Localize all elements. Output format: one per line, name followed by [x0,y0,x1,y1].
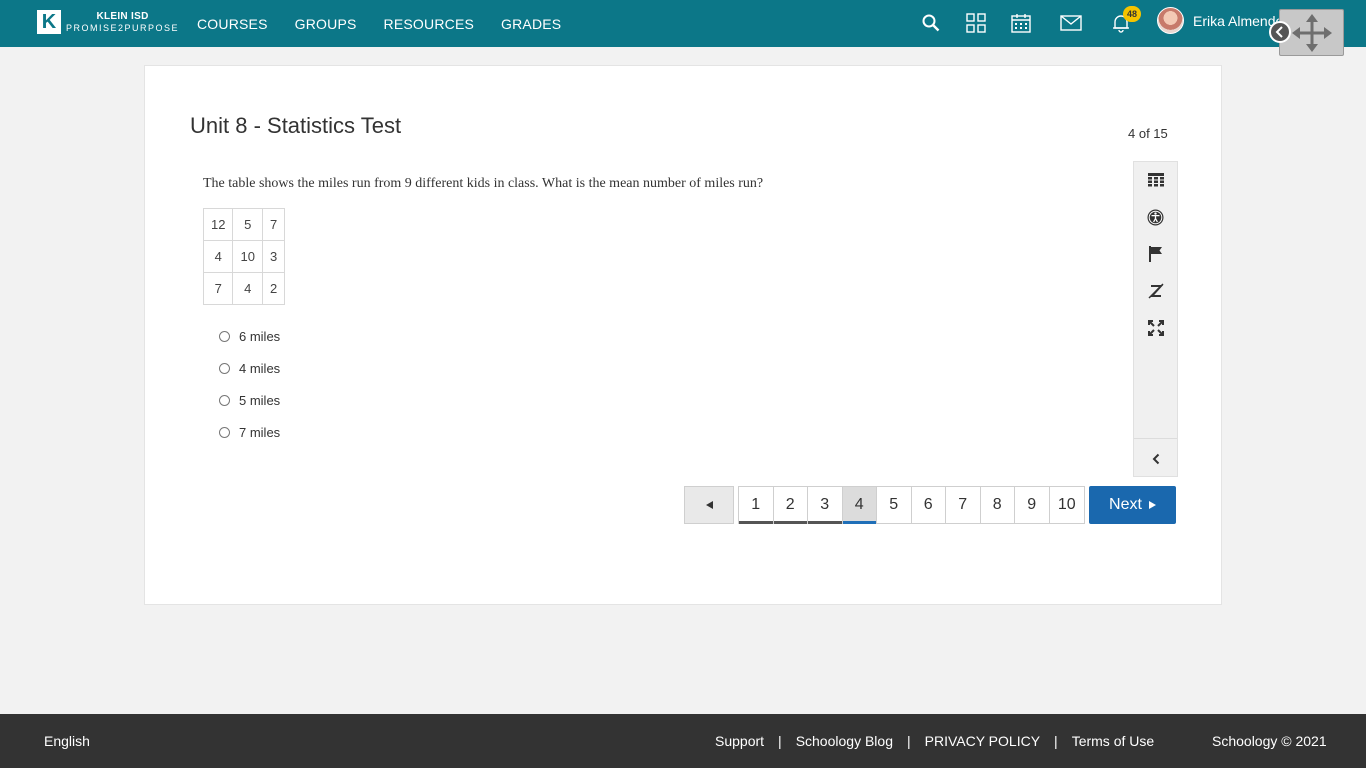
miles-data-table: 12 5 7 4 10 3 7 4 2 [202,208,286,305]
footer-link-blog[interactable]: Schoology Blog [796,733,893,749]
table-row: 12 5 7 [202,208,286,241]
back-arrow-icon[interactable] [1269,21,1291,43]
table-row: 7 4 2 [202,272,286,305]
radio-button[interactable] [219,394,230,406]
copyright: Schoology © 2021 [1212,733,1327,749]
table-cell: 4 [202,240,234,273]
footer-separator: | [906,733,911,749]
answer-label: 7 miles [239,425,281,440]
logo-line-2: PROMISE2PURPOSE [66,22,180,33]
test-card: Unit 8 - Statistics Test 4 of 15 The tab… [144,65,1222,605]
previous-button[interactable] [684,486,734,524]
answer-choice-3[interactable]: 5 miles [219,384,280,416]
nav-grades[interactable]: GRADES [501,16,561,32]
fullscreen-icon[interactable] [1134,310,1177,346]
previous-arrow-icon [706,501,713,509]
eraser-icon[interactable] [1134,273,1177,309]
page-3[interactable]: 3 [808,487,843,524]
calendar-icon[interactable] [1008,10,1034,36]
table-cell: 4 [232,272,263,305]
answer-choices: 6 miles 4 miles 5 miles 7 miles [219,320,280,449]
collapse-icon[interactable] [1134,441,1177,477]
calculator-icon[interactable] [1134,162,1177,198]
page-5[interactable]: 5 [877,487,912,523]
user-avatar[interactable] [1157,7,1184,34]
next-button[interactable]: Next [1089,486,1176,524]
question-counter: 4 of 15 [1128,126,1168,141]
footer-link-privacy[interactable]: PRIVACY POLICY [925,733,1040,749]
search-icon[interactable] [918,10,944,36]
page-8[interactable]: 8 [981,487,1015,523]
move-arrows-icon [1291,13,1332,52]
question-text: The table shows the miles run from 9 dif… [203,176,764,191]
tools-rail [1133,161,1178,477]
page-2[interactable]: 2 [773,487,808,524]
table-cell: 12 [202,208,234,241]
answer-choice-1[interactable]: 6 miles [219,320,280,352]
page-1[interactable]: 1 [739,487,774,524]
logo-line-1: KLEIN ISD [96,10,149,22]
footer-links: Support | Schoology Blog | PRIVACY POLIC… [715,733,1154,749]
table-cell: 5 [232,208,263,241]
language-selector[interactable]: English [44,733,90,749]
answer-label: 5 miles [239,392,281,408]
main-nav: COURSES GROUPS RESOURCES GRADES [197,0,588,47]
table-cell: 7 [261,208,286,241]
apps-grid-icon[interactable] [963,10,989,36]
page-title: Unit 8 - Statistics Test [190,113,402,138]
radio-button[interactable] [219,362,230,374]
footer-link-support[interactable]: Support [715,733,764,749]
page-4[interactable]: 4 [842,487,877,524]
accessibility-icon[interactable] [1134,199,1177,235]
table-cell: 2 [261,272,286,305]
answer-label: 6 miles [239,328,281,344]
logo-text: KLEIN ISD PROMISE2PURPOSE [66,10,180,33]
answer-choice-2[interactable]: 4 miles [219,352,280,384]
page-10[interactable]: 10 [1050,487,1085,523]
notification-count-badge: 48 [1123,6,1141,22]
next-label: Next [1109,496,1142,513]
page-list: 1 2 3 4 5 6 7 8 9 10 [738,486,1085,524]
klein-isd-logo[interactable]: K KLEIN ISD PROMISE2PURPOSE [37,9,179,35]
footer-link-terms[interactable]: Terms of Use [1072,733,1154,749]
page-9[interactable]: 9 [1015,487,1050,523]
table-cell: 7 [202,272,234,305]
radio-button[interactable] [219,330,230,342]
answer-label: 4 miles [239,360,281,376]
flag-icon[interactable] [1134,236,1177,272]
page-7[interactable]: 7 [946,487,981,523]
page-6[interactable]: 6 [912,487,946,523]
question-pagination: 1 2 3 4 5 6 7 8 9 10 Next [684,486,1176,524]
answer-choice-4[interactable]: 7 miles [219,416,280,449]
nav-courses[interactable]: COURSES [197,16,268,32]
tools-divider [1134,438,1177,439]
top-navigation-bar: K KLEIN ISD PROMISE2PURPOSE COURSES GROU… [0,0,1366,47]
radio-button[interactable] [219,427,230,438]
table-cell: 3 [261,240,286,273]
nav-resources[interactable]: RESOURCES [384,16,474,32]
mail-icon[interactable] [1058,10,1084,36]
table-row: 4 10 3 [202,240,286,273]
footer-separator: | [778,733,782,749]
nav-groups[interactable]: GROUPS [295,16,357,32]
table-cell: 10 [232,240,263,273]
logo-mark: K [37,10,61,34]
next-arrow-icon [1148,501,1156,509]
footer: English Support | Schoology Blog | PRIVA… [0,714,1366,768]
footer-separator: | [1054,733,1058,749]
